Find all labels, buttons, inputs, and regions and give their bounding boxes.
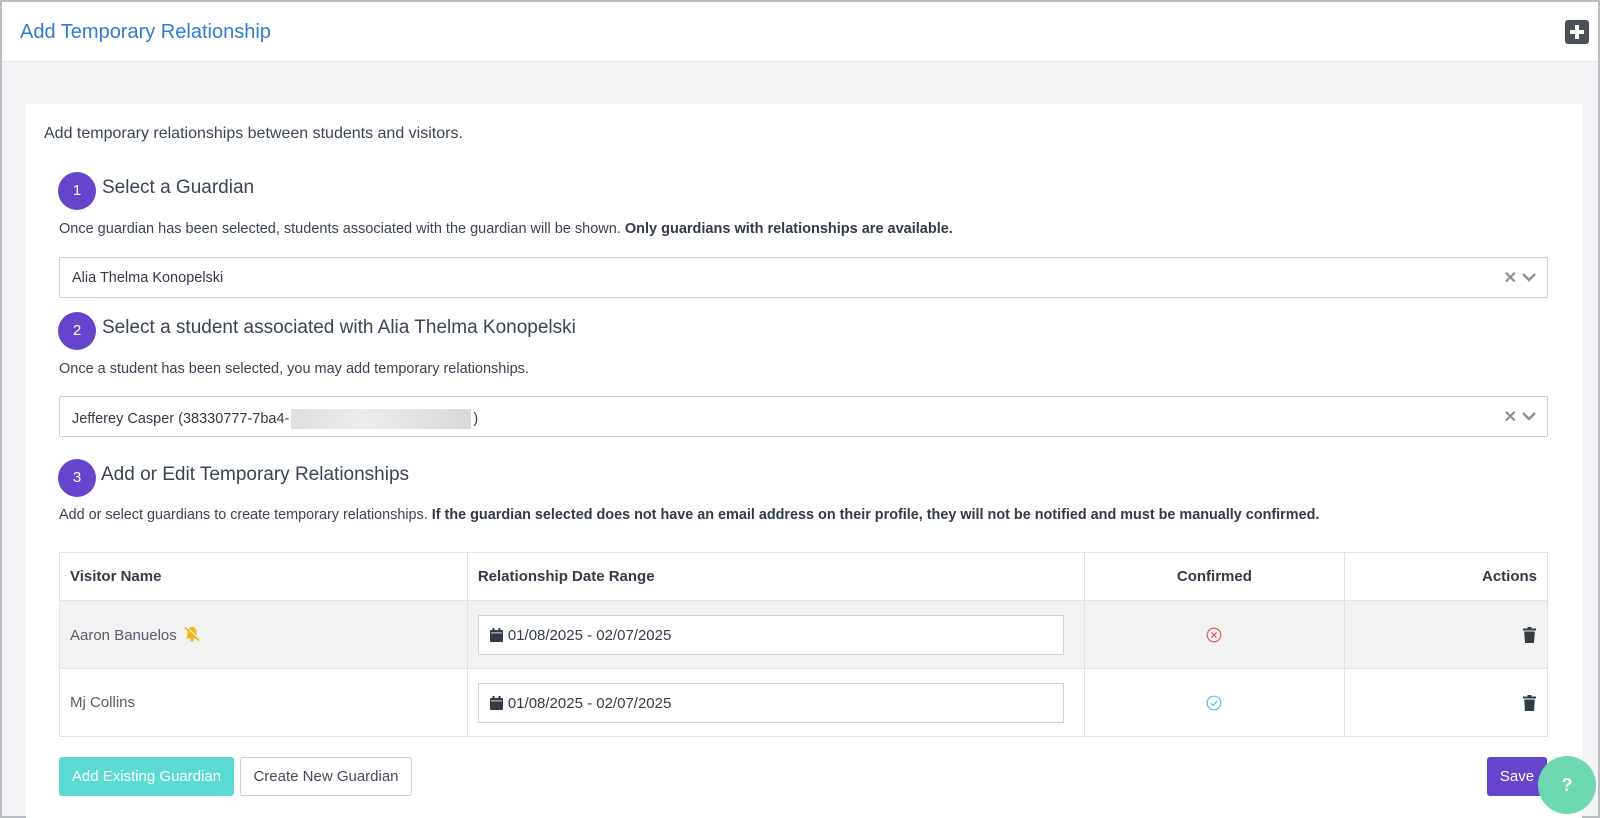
help-button[interactable]: ? bbox=[1538, 756, 1596, 814]
intro-text: Add temporary relationships between stud… bbox=[44, 125, 463, 142]
add-existing-guardian-button[interactable]: Add Existing Guardian bbox=[59, 757, 234, 796]
step-1-description-text: Once guardian has been selected, student… bbox=[59, 221, 621, 237]
column-header-actions: Actions bbox=[1343, 552, 1549, 601]
step-1-badge: 1 bbox=[58, 172, 96, 210]
table-row: Mj Collins 01/08/2025 - 02/07/2025 bbox=[59, 668, 1549, 737]
date-range-input[interactable]: 01/08/2025 - 02/07/2025 bbox=[477, 682, 1064, 723]
step-3-description: Add or select guardians to create tempor… bbox=[59, 507, 1319, 523]
confirmed-cell bbox=[1084, 668, 1345, 737]
student-select-value-suffix: ) bbox=[473, 410, 479, 427]
calendar-icon bbox=[489, 627, 503, 642]
create-new-guardian-button[interactable]: Create New Guardian bbox=[240, 757, 412, 796]
trash-icon[interactable] bbox=[1523, 627, 1536, 644]
step-2-description: Once a student has been selected, you ma… bbox=[59, 361, 529, 377]
actions-cell bbox=[1343, 668, 1549, 737]
guardian-select[interactable]: Alia Thelma Konopelski ✕ bbox=[59, 257, 1548, 298]
trash-icon[interactable] bbox=[1523, 695, 1536, 712]
date-range-input[interactable]: 01/08/2025 - 02/07/2025 bbox=[477, 614, 1064, 655]
page-title: Add Temporary Relationship bbox=[20, 21, 271, 43]
plus-square-icon[interactable] bbox=[1565, 20, 1589, 44]
step-2-title: Select a student associated with Alia Th… bbox=[102, 317, 576, 338]
chevron-down-icon[interactable] bbox=[1521, 407, 1537, 425]
step-1-title: Select a Guardian bbox=[102, 177, 255, 198]
clear-icon[interactable]: ✕ bbox=[1504, 268, 1517, 288]
date-range-cell: 01/08/2025 - 02/07/2025 bbox=[466, 600, 1086, 669]
step-2-badge: 2 bbox=[58, 312, 96, 350]
column-header-visitor-name: Visitor Name bbox=[59, 552, 468, 601]
date-range-cell: 01/08/2025 - 02/07/2025 bbox=[466, 668, 1086, 737]
step-1-description: Once guardian has been selected, student… bbox=[59, 221, 953, 237]
clear-icon[interactable]: ✕ bbox=[1504, 407, 1517, 427]
step-3-description-bold: If the guardian selected does not have a… bbox=[431, 507, 1320, 523]
table-row: Aaron Banuelos 01/08/2025 - 02/07/2025 bbox=[59, 600, 1549, 669]
guardian-select-value: Alia Thelma Konopelski bbox=[72, 270, 224, 286]
column-header-date-range: Relationship Date Range bbox=[466, 552, 1086, 601]
date-range-value: 01/08/2025 - 02/07/2025 bbox=[507, 626, 672, 644]
chevron-down-icon[interactable] bbox=[1521, 268, 1537, 286]
step-3-title: Add or Edit Temporary Relationships bbox=[101, 464, 410, 485]
redacted-block bbox=[291, 409, 472, 429]
visitor-name-cell: Mj Collins bbox=[59, 668, 468, 737]
visitor-name-cell: Aaron Banuelos bbox=[59, 600, 468, 669]
actions-cell bbox=[1343, 600, 1549, 669]
visitor-name: Aaron Banuelos bbox=[70, 626, 177, 644]
student-select[interactable]: Jefferey Casper (38330777-7ba4-) ✕ bbox=[59, 396, 1548, 437]
step-1-description-bold: Only guardians with relationships are av… bbox=[624, 221, 953, 237]
date-range-value: 01/08/2025 - 02/07/2025 bbox=[507, 694, 672, 712]
check-circle-icon bbox=[1206, 695, 1222, 711]
x-circle-icon bbox=[1206, 627, 1222, 643]
confirmed-cell bbox=[1084, 600, 1345, 669]
student-select-value-prefix: Jefferey Casper (38330777-7ba4- bbox=[72, 410, 290, 427]
student-select-value: Jefferey Casper (38330777-7ba4-) bbox=[72, 409, 478, 429]
panel-header: Add Temporary Relationship bbox=[2, 2, 1598, 62]
step-3-description-text: Add or select guardians to create tempor… bbox=[59, 507, 428, 523]
visitor-name: Mj Collins bbox=[70, 694, 136, 711]
relationships-table: Visitor Name Relationship Date Range Con… bbox=[59, 552, 1549, 737]
table-header-row: Visitor Name Relationship Date Range Con… bbox=[59, 552, 1549, 601]
calendar-icon bbox=[489, 695, 503, 710]
column-header-confirmed: Confirmed bbox=[1084, 552, 1345, 601]
bell-slash-icon bbox=[184, 625, 201, 642]
step-3-badge: 3 bbox=[58, 459, 96, 497]
